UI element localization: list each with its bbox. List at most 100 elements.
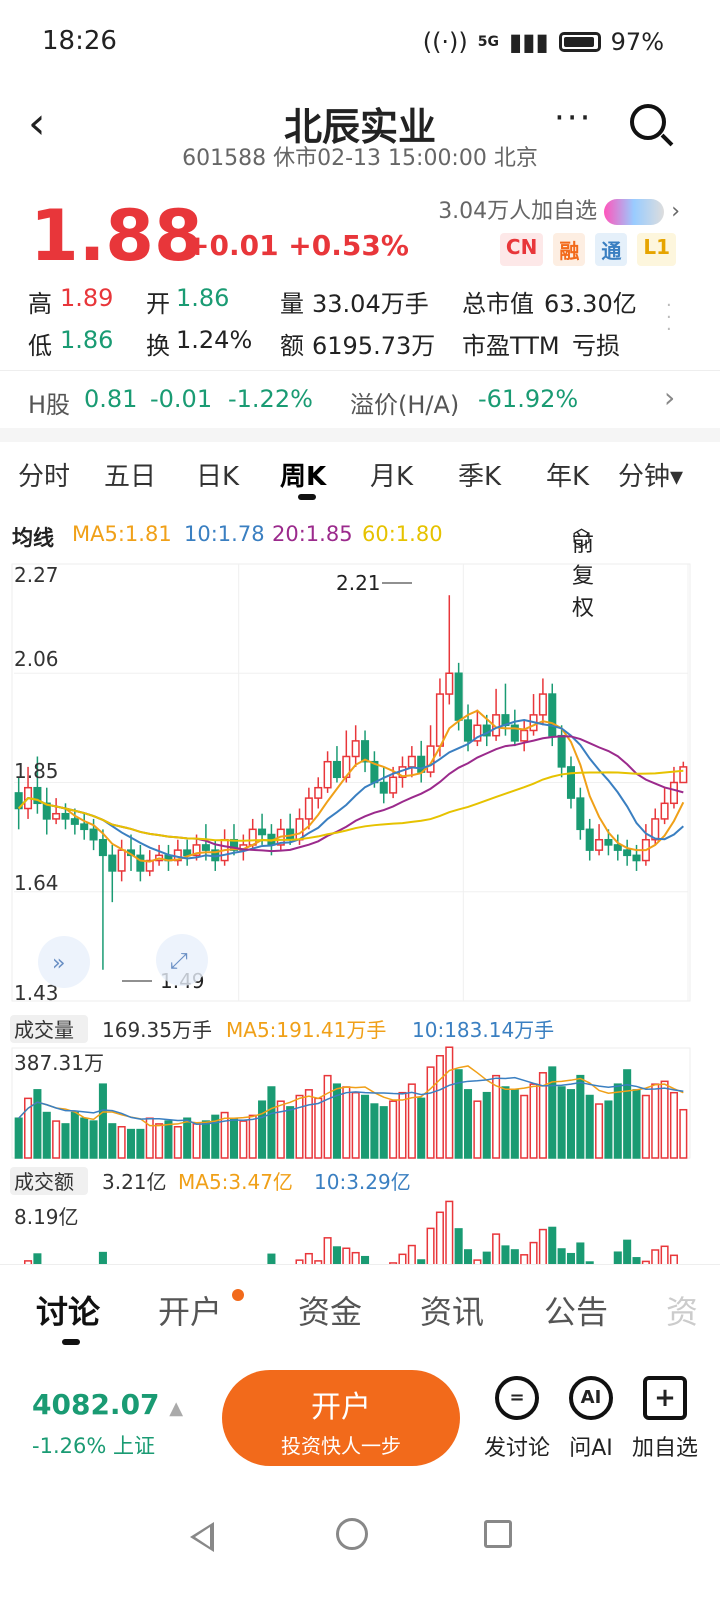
ma20-value: 20:1.85: [272, 522, 353, 546]
expand-dots-icon[interactable]: · · ·: [666, 297, 672, 339]
volume-bar: [201, 1120, 210, 1159]
candle-body: [304, 797, 313, 820]
candle-body: [604, 838, 613, 846]
watchers-link[interactable]: 3.04万人加自选 ›: [438, 193, 680, 225]
candle-body: [669, 781, 678, 805]
tab-announcements[interactable]: 公告: [544, 1287, 608, 1333]
tab-discussion[interactable]: 讨论: [36, 1287, 100, 1333]
candle-body: [557, 734, 566, 768]
nav-home-icon[interactable]: [336, 1518, 368, 1550]
avatar-group: [604, 199, 665, 225]
volume-bar: [98, 1083, 107, 1159]
candle-body: [332, 760, 341, 779]
volume-bar: [342, 1086, 351, 1159]
volume-bar: [604, 1100, 613, 1159]
expand-icon: ⤢: [170, 949, 188, 974]
volume-bar: [529, 1083, 538, 1159]
status-time: 18:26: [42, 26, 117, 56]
volume-bar: [426, 1066, 435, 1159]
tab-weekly[interactable]: 周K: [280, 456, 326, 493]
peak-label: 2.21: [336, 571, 381, 595]
volume-bar: [239, 1120, 248, 1159]
amount-bar: [529, 1241, 538, 1317]
tab-monthly[interactable]: 月K: [370, 456, 413, 493]
nav-recents-icon[interactable]: [484, 1520, 512, 1548]
amount-ma10: 10:3.29亿: [314, 1170, 411, 1194]
search-icon[interactable]: [630, 104, 666, 140]
volume-bar: [276, 1100, 285, 1159]
tag-cn[interactable]: CN: [499, 233, 544, 266]
volume-bar: [679, 1108, 688, 1159]
candle-body: [183, 849, 192, 857]
open-label: 开: [146, 290, 170, 318]
notification-dot: [232, 1289, 244, 1301]
volume-bar: [229, 1117, 239, 1159]
candle-body: [61, 812, 70, 820]
candle-body: [70, 818, 79, 825]
tab-news[interactable]: 资讯: [420, 1287, 484, 1333]
open-account-button[interactable]: 开户 投资快人一步: [222, 1370, 460, 1466]
tab-quarterly[interactable]: 季K: [458, 456, 501, 493]
amount-bar: [407, 1244, 416, 1317]
ma-label: 均线: [12, 526, 54, 550]
amount-bar: [576, 1242, 585, 1317]
index-sub: -1.26% 上证: [32, 1434, 155, 1458]
candle-body: [201, 844, 210, 851]
volume-value: 33.04万手: [312, 290, 429, 318]
tab-yearly[interactable]: 年K: [546, 456, 589, 493]
tag-l1[interactable]: L1: [637, 233, 676, 266]
last-price: 1.88: [30, 195, 203, 277]
y-tick-4: 1.64: [14, 871, 59, 895]
kline-chart[interactable]: 2.27 2.06 1.85 1.64 1.43 2.21 1.49 » ⤢ 成…: [0, 556, 720, 1317]
volume-bar: [660, 1080, 669, 1159]
ma-legend: 均线 MA5:1.81 10:1.78 20:1.85 60:1.80 ⬡ 前复…: [12, 518, 712, 621]
amount-bar: [538, 1228, 547, 1317]
candle-body: [117, 849, 126, 872]
y-tick-top: 2.27: [14, 563, 59, 587]
kline-svg[interactable]: 2.27 2.06 1.85 1.64 1.43 2.21 1.49 » ⤢ 成…: [0, 556, 720, 1317]
volume-bar: [304, 1089, 313, 1159]
tab-more[interactable]: 资: [666, 1287, 698, 1333]
candle-body: [108, 854, 117, 872]
system-nav-bar: [0, 1506, 720, 1610]
volume-bar: [557, 1086, 566, 1159]
nav-back-icon[interactable]: [190, 1522, 214, 1552]
volume-bar: [501, 1086, 510, 1159]
cap-value: 63.30亿: [544, 290, 637, 318]
tab-5day[interactable]: 五日: [104, 456, 156, 493]
amount-bar: [323, 1237, 332, 1317]
index-number: 4082.07: [32, 1388, 160, 1421]
battery-percent: 97%: [610, 28, 664, 56]
candle-body: [623, 849, 632, 857]
volume-value: 169.35万手: [102, 1018, 212, 1042]
volume-label: 成交量: [14, 1018, 74, 1042]
add-watchlist-button[interactable]: + 加自选: [620, 1376, 710, 1462]
amount-bar: [548, 1226, 557, 1317]
tag-connect[interactable]: 通: [595, 233, 628, 266]
volume-bar: [492, 1074, 501, 1159]
volume-bar: [52, 1120, 61, 1159]
tag-margin[interactable]: 融: [553, 233, 586, 266]
status-icons: ((·)) 5G ▮▮▮ 97%: [423, 28, 664, 56]
change-pct: +0.53%: [288, 229, 409, 262]
volume-bar: [623, 1069, 632, 1159]
candle-body: [89, 828, 98, 841]
open-value: 1.86: [176, 284, 230, 312]
candle-body: [314, 786, 323, 799]
tab-minute[interactable]: 分钟▾: [618, 456, 683, 493]
tab-open-account[interactable]: 开户: [158, 1287, 222, 1333]
high-value: 1.89: [60, 284, 114, 312]
tab-daily[interactable]: 日K: [196, 456, 239, 493]
tab-funds[interactable]: 资金: [298, 1287, 362, 1333]
hshare-label: H股: [28, 391, 71, 419]
hshare-row[interactable]: H股 0.81 -0.01 -1.22% 溢价(H/A) -61.92% ›: [0, 370, 720, 428]
candle-body: [435, 693, 444, 747]
index-value[interactable]: 4082.07 ▲: [32, 1388, 183, 1421]
candle-body: [379, 781, 388, 794]
more-icon[interactable]: ···: [554, 98, 592, 138]
candle-body: [136, 854, 145, 872]
tab-intraday[interactable]: 分时: [18, 456, 70, 493]
candle-body: [323, 760, 332, 789]
hshare-change: -0.01: [150, 385, 213, 413]
low-label: 低: [28, 332, 52, 360]
